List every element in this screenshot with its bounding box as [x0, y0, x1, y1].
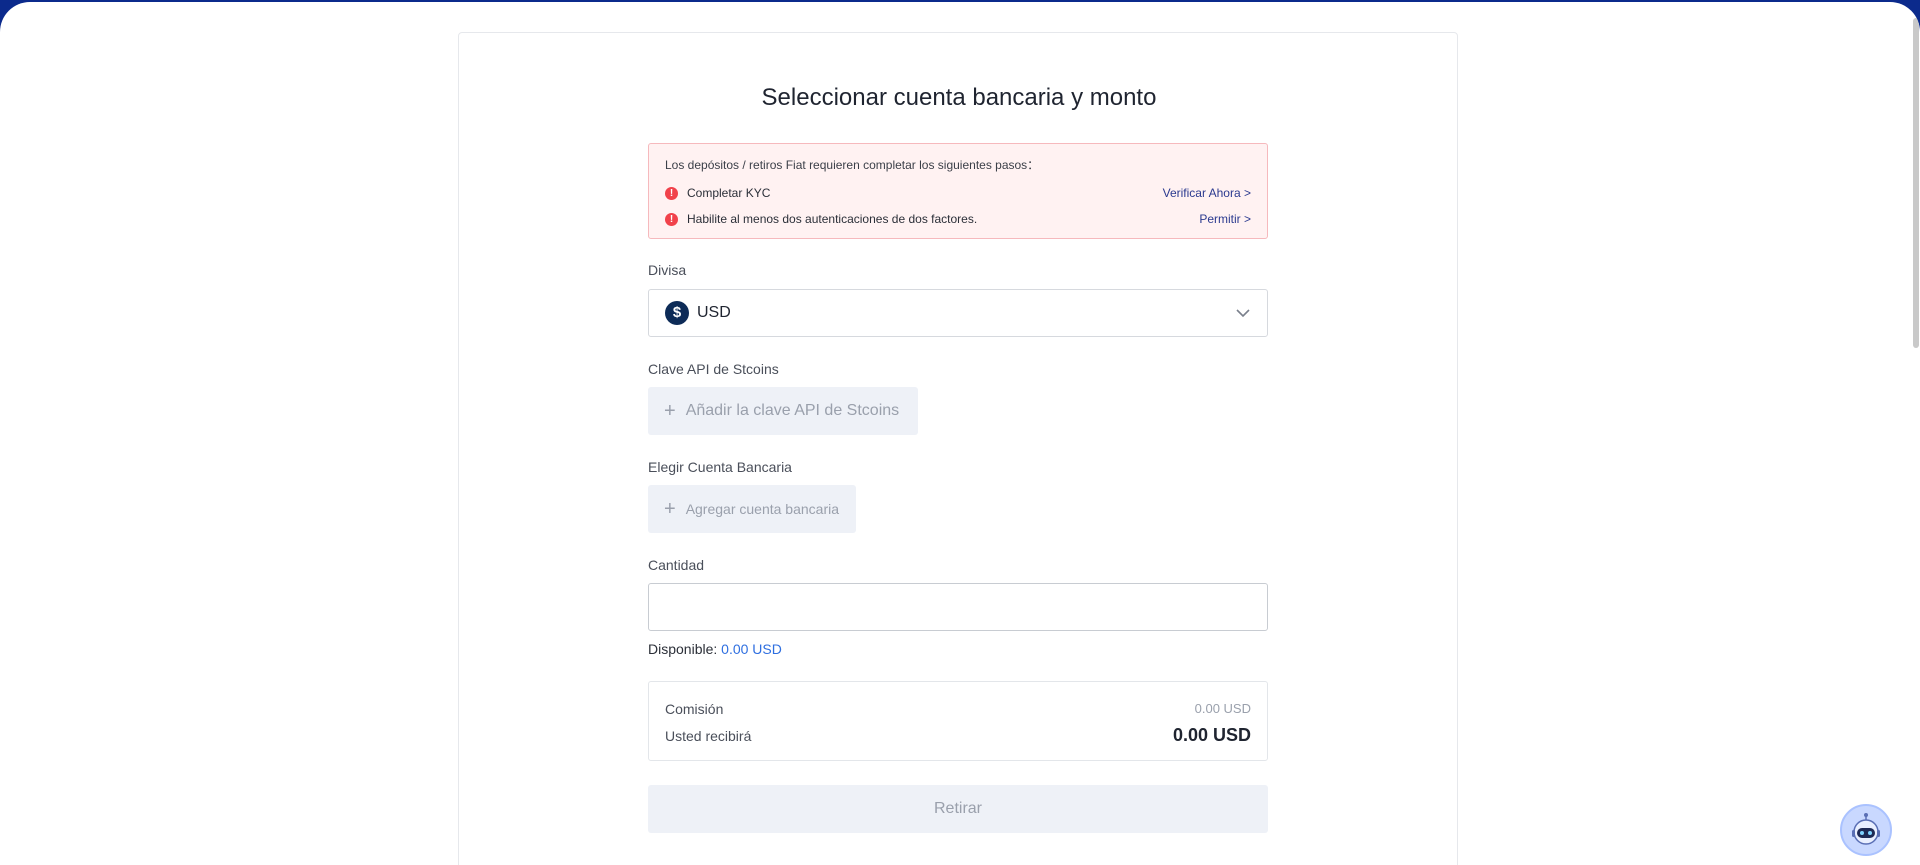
amount-field[interactable]: [648, 583, 1268, 631]
alert-step-text: Habilite al menos dos autenticaciones de…: [687, 212, 978, 226]
chevron-down-icon: [1236, 309, 1250, 318]
currency-value: USD: [697, 304, 731, 321]
bank-account-section: + Agregar cuenta bancaria: [648, 485, 1268, 533]
receive-row: Usted recibirá 0.00 USD: [665, 722, 1251, 749]
page-title: Seleccionar cuenta bancaria y monto: [761, 84, 1157, 111]
receive-value: 0.00 USD: [1172, 725, 1251, 745]
currency-label: Divisa: [648, 262, 687, 278]
withdraw-summary: Comisión 0.00 USD Usted recibirá 0.00 US…: [648, 681, 1268, 761]
dollar-coin-icon: $: [665, 301, 689, 325]
alert-step-2fa: ! Habilite al menos dos autenticaciones …: [665, 206, 1251, 232]
alert-step-kyc: ! Completar KYC Verificar Ahora >: [665, 180, 1251, 206]
verify-now-link[interactable]: Verificar Ahora >: [1163, 186, 1251, 200]
available-balance: Disponible: 0.00 USD: [648, 641, 1268, 657]
plus-icon: +: [664, 498, 676, 520]
fee-label: Comisión: [665, 700, 724, 717]
add-api-key-label: Añadir la clave API de Stcoins: [685, 402, 900, 419]
fee-row: Comisión 0.00 USD: [665, 695, 1251, 722]
add-bank-account-button[interactable]: + Agregar cuenta bancaria: [648, 485, 856, 533]
withdraw-button[interactable]: Retirar: [648, 785, 1268, 833]
amount-label: Cantidad: [648, 557, 705, 573]
currency-select[interactable]: $ USD: [648, 289, 1268, 337]
plus-icon: +: [664, 400, 676, 422]
support-bot-button[interactable]: [1840, 804, 1892, 856]
alert-step-text: Completar KYC: [687, 186, 771, 200]
receive-label: Usted recibirá: [665, 727, 752, 744]
fee-value: 0.00 USD: [1194, 701, 1251, 716]
api-key-label: Clave API de Stcoins: [648, 361, 779, 377]
requirements-alert: Los depósitos / retiros Fiat requieren c…: [648, 143, 1268, 239]
alert-heading: Los depósitos / retiros Fiat requieren c…: [665, 158, 1040, 172]
bank-account-label: Elegir Cuenta Bancaria: [648, 459, 792, 475]
api-key-section: + Añadir la clave API de Stcoins: [648, 387, 1268, 435]
scrollbar-thumb[interactable]: [1913, 18, 1919, 348]
warning-icon: !: [665, 186, 678, 200]
robot-icon: [1852, 813, 1880, 845]
page-frame: Seleccionar cuenta bancaria y monto Los …: [0, 2, 1920, 865]
available-label: Disponible:: [648, 641, 718, 657]
enable-2fa-link[interactable]: Permitir >: [1199, 212, 1251, 226]
add-bank-account-label: Agregar cuenta bancaria: [685, 501, 840, 517]
amount-input[interactable]: [649, 584, 1267, 630]
warning-icon: !: [665, 212, 678, 226]
withdraw-card: Seleccionar cuenta bancaria y monto Los …: [458, 32, 1458, 865]
add-api-key-button[interactable]: + Añadir la clave API de Stcoins: [648, 387, 918, 435]
available-value: 0.00 USD: [721, 641, 782, 657]
